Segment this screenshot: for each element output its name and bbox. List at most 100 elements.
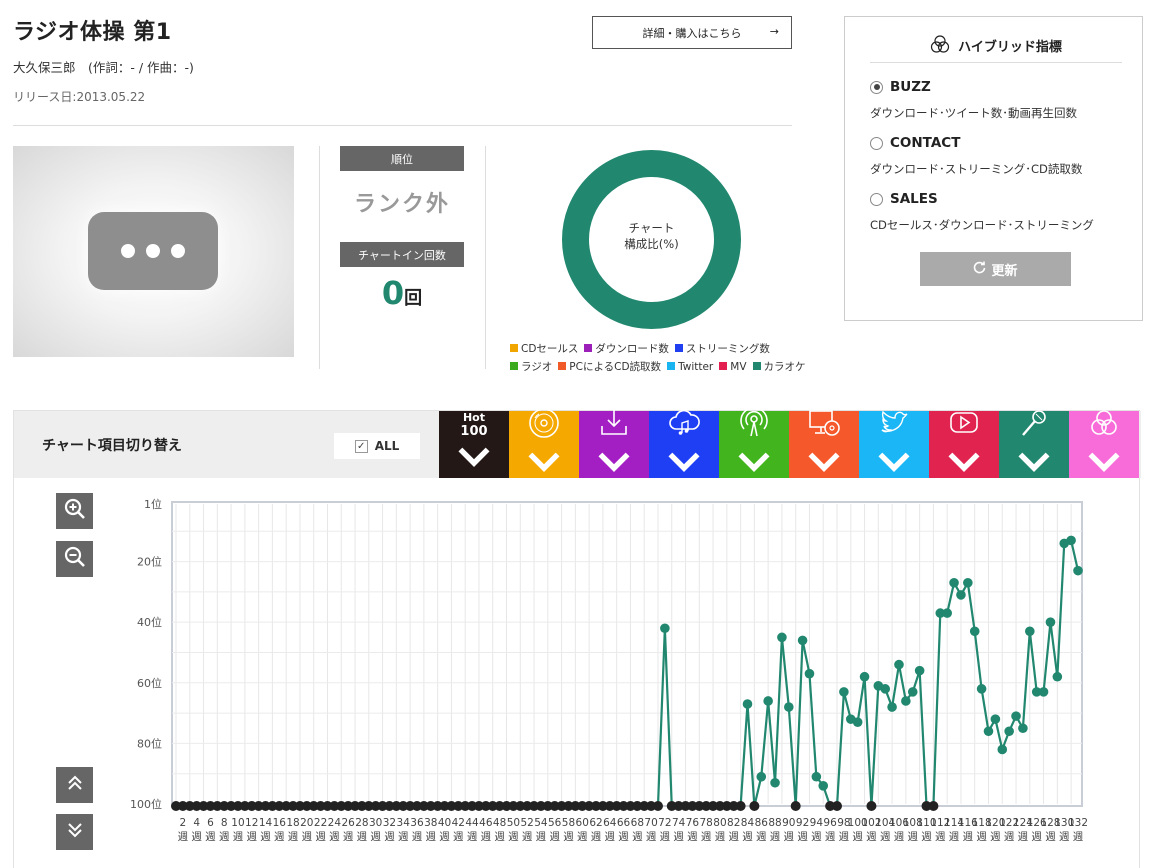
x-tick-unit: 週 <box>949 831 960 843</box>
refresh-button[interactable]: 更新 <box>920 252 1071 286</box>
data-point <box>784 702 794 712</box>
download-icon <box>597 406 631 444</box>
category-button-karaoke[interactable] <box>999 410 1069 478</box>
x-tick-unit: 週 <box>784 831 795 843</box>
radio-contact[interactable]: CONTACT <box>870 135 960 151</box>
video-thumbnail[interactable] <box>13 146 294 357</box>
data-point <box>990 714 1001 724</box>
category-button-download[interactable] <box>579 410 649 478</box>
data-point <box>770 777 780 788</box>
category-button-streaming[interactable] <box>649 409 719 478</box>
chartin-count: 0回 <box>340 274 464 312</box>
divider <box>319 146 320 369</box>
buy-details-button[interactable]: 詳細・購入はこちら → <box>592 16 792 49</box>
x-tick-unit: 週 <box>467 831 478 843</box>
category-button-cd[interactable] <box>509 408 579 478</box>
radio-icon-selected <box>870 80 883 94</box>
series-segment <box>794 640 804 807</box>
hybrid-icon <box>1087 406 1121 444</box>
x-tick-unit: 週 <box>302 831 313 843</box>
x-tick-label: 26 <box>341 817 355 829</box>
x-tick-unit: 週 <box>370 831 381 843</box>
rank-history-chart: 1位20位40位60位80位100位2週4週6週8週10週12週14週16週18… <box>130 497 1088 843</box>
rank-value: ランク外 <box>353 192 450 217</box>
series-segment <box>891 664 901 708</box>
data-point <box>811 771 822 782</box>
x-tick-label: 80 <box>713 817 726 829</box>
radio-buzz[interactable]: BUZZ <box>870 79 931 95</box>
series-segment <box>663 628 673 807</box>
all-checkbox[interactable]: ✓ ALL <box>334 433 420 459</box>
category-button-twitter[interactable] <box>859 410 929 478</box>
series-segment <box>918 670 928 807</box>
donut-label-line2: 構成比(%) <box>624 237 679 251</box>
x-tick-label: 52 <box>520 817 533 829</box>
x-tick-unit: 週 <box>852 831 863 843</box>
x-tick-label: 34 <box>397 817 411 829</box>
rank-label: 順位 <box>340 146 464 171</box>
x-tick-unit: 週 <box>866 831 877 843</box>
series-segment <box>966 582 976 632</box>
series-segment <box>856 676 866 723</box>
x-tick-unit: 週 <box>1018 831 1029 843</box>
radio-sales[interactable]: SALES <box>870 191 938 207</box>
y-tick-label: 40位 <box>137 615 162 629</box>
data-point <box>1004 726 1014 737</box>
option-desc-sales: CDセールス･ダウンロード･ストリーミング <box>870 218 1094 232</box>
category-button-pc-cd[interactable] <box>789 410 859 478</box>
data-point <box>969 626 980 637</box>
legend-item: ストリーミング数 <box>674 340 770 358</box>
x-tick-unit: 週 <box>329 831 340 843</box>
x-tick-label: 24 <box>328 817 342 829</box>
data-point <box>887 702 897 712</box>
category-button-hot100[interactable]: Hot 100 <box>439 411 509 478</box>
x-tick-unit: 週 <box>219 831 230 843</box>
x-tick-label: 30 <box>369 817 382 829</box>
x-tick-unit: 週 <box>660 831 671 843</box>
category-button-mv[interactable] <box>929 411 999 478</box>
data-point <box>839 687 849 697</box>
x-tick-unit: 週 <box>976 831 987 843</box>
series-segment <box>1056 543 1066 677</box>
series-segment <box>932 613 942 807</box>
x-tick-unit: 週 <box>935 831 946 843</box>
data-point <box>956 590 966 600</box>
category-button-hybrid[interactable] <box>1069 410 1139 478</box>
legend-label: MV <box>730 361 747 373</box>
legend-item: ダウンロード数 <box>584 340 669 358</box>
category-button-radio[interactable] <box>719 406 789 478</box>
legend-item: カラオケ <box>752 358 806 376</box>
x-tick-unit: 週 <box>632 831 643 843</box>
data-point <box>894 659 904 670</box>
data-point <box>777 632 787 643</box>
x-tick-unit: 週 <box>1073 831 1084 843</box>
x-tick-unit: 週 <box>770 831 781 843</box>
data-point <box>1045 617 1056 627</box>
data-point-unranked <box>749 801 760 811</box>
chevron-down-icon <box>457 441 491 478</box>
x-tick-label: 74 <box>672 817 686 829</box>
x-tick-unit: 週 <box>673 831 684 843</box>
legend-item: Twitter <box>667 358 713 376</box>
checkbox-checked-icon: ✓ <box>354 439 368 453</box>
donut-center-label: チャート 構成比(%) <box>562 220 741 252</box>
x-tick-label: 40 <box>438 817 451 829</box>
x-tick-label: 20 <box>300 817 313 829</box>
x-tick-label: 46 <box>479 817 493 829</box>
x-tick-label: 14 <box>259 817 273 829</box>
x-tick-unit: 週 <box>426 831 437 843</box>
legend-item: MV <box>719 358 747 376</box>
x-tick-unit: 週 <box>742 831 753 843</box>
option-label-buzz: BUZZ <box>890 79 931 95</box>
data-point <box>880 684 891 694</box>
x-tick-label: 86 <box>755 817 769 829</box>
data-point <box>907 687 918 697</box>
x-tick-label: 32 <box>383 817 396 829</box>
chart-switch-title: チャート項目切り替え <box>42 438 182 454</box>
legend-label: PCによるCD読取数 <box>569 361 662 373</box>
cd-icon <box>527 406 561 444</box>
x-tick-unit: 週 <box>453 831 464 843</box>
data-point <box>983 726 994 737</box>
series-segment <box>863 676 873 807</box>
data-point <box>949 577 959 588</box>
